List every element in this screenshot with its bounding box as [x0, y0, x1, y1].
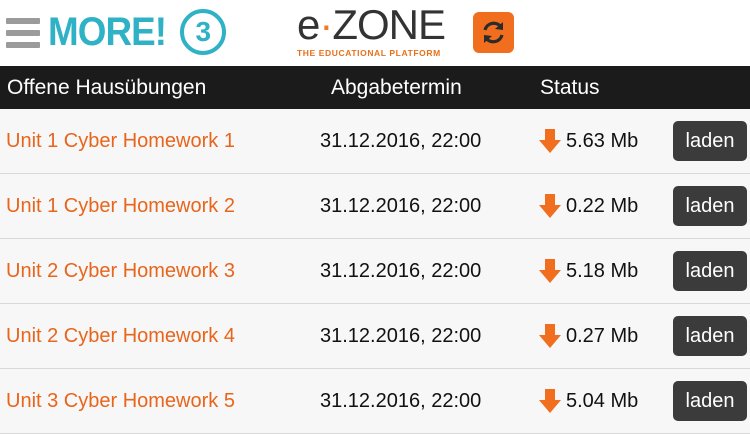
due-date: 31.12.2016, 22:00: [320, 390, 482, 412]
top-bar: MORE! 3 e·ZONE THE EDUCATIONAL PLATFORM: [0, 0, 750, 66]
ezone-logo-e: e: [297, 1, 320, 48]
homework-name-link[interactable]: Unit 1 Cyber Homework 2: [6, 195, 235, 218]
table-header: Offene Hausübungen Abgabetermin Status: [0, 66, 750, 109]
due-date: 31.12.2016, 22:00: [320, 130, 482, 152]
download-arrow-icon: [539, 194, 561, 218]
homework-name-link[interactable]: Unit 2 Cyber Homework 3: [6, 260, 235, 283]
file-size: 5.63 Mb: [566, 130, 639, 152]
table-row: Unit 2 Cyber Homework 3 31.12.2016, 22:0…: [0, 239, 750, 304]
download-arrow-icon: [539, 389, 561, 413]
refresh-button[interactable]: [473, 12, 514, 53]
homework-list: Unit 1 Cyber Homework 1 31.12.2016, 22:0…: [0, 109, 750, 434]
file-size: 5.04 Mb: [566, 390, 639, 412]
ezone-tagline: THE EDUCATIONAL PLATFORM: [297, 48, 441, 58]
column-header-due-date: Abgabetermin: [331, 76, 462, 99]
load-button[interactable]: laden: [673, 251, 747, 291]
download-arrow-icon: [539, 324, 561, 348]
due-date: 31.12.2016, 22:00: [320, 260, 482, 282]
load-button[interactable]: laden: [673, 316, 747, 356]
more-logo-text: MORE!: [48, 10, 167, 54]
load-button[interactable]: laden: [673, 121, 747, 161]
homework-name-link[interactable]: Unit 2 Cyber Homework 4: [6, 325, 235, 348]
homework-name-link[interactable]: Unit 1 Cyber Homework 1: [6, 130, 235, 153]
load-button[interactable]: laden: [673, 186, 747, 226]
table-row: Unit 1 Cyber Homework 2 31.12.2016, 22:0…: [0, 174, 750, 239]
refresh-icon: [483, 21, 504, 44]
due-date: 31.12.2016, 22:00: [320, 325, 482, 347]
file-size: 5.18 Mb: [566, 260, 639, 282]
more-logo-number: 3: [180, 9, 227, 55]
file-size: 0.27 Mb: [566, 325, 639, 347]
table-row: Unit 2 Cyber Homework 4 31.12.2016, 22:0…: [0, 304, 750, 369]
homework-name-link[interactable]: Unit 3 Cyber Homework 5: [6, 390, 235, 413]
download-arrow-icon: [539, 259, 561, 283]
load-button[interactable]: laden: [673, 381, 747, 421]
column-header-status: Status: [540, 76, 600, 99]
download-arrow-icon: [539, 129, 561, 153]
more-logo: MORE! 3: [48, 8, 227, 56]
column-header-homework: Offene Hausübungen: [7, 76, 207, 99]
due-date: 31.12.2016, 22:00: [320, 195, 482, 217]
table-row: Unit 1 Cyber Homework 1 31.12.2016, 22:0…: [0, 109, 750, 174]
ezone-logo-zone: ZONE: [332, 1, 446, 48]
ezone-logo: e·ZONE THE EDUCATIONAL PLATFORM: [297, 4, 457, 60]
file-size: 0.22 Mb: [566, 195, 639, 217]
table-row: Unit 3 Cyber Homework 5 31.12.2016, 22:0…: [0, 369, 750, 434]
hamburger-menu-icon[interactable]: [6, 18, 40, 48]
